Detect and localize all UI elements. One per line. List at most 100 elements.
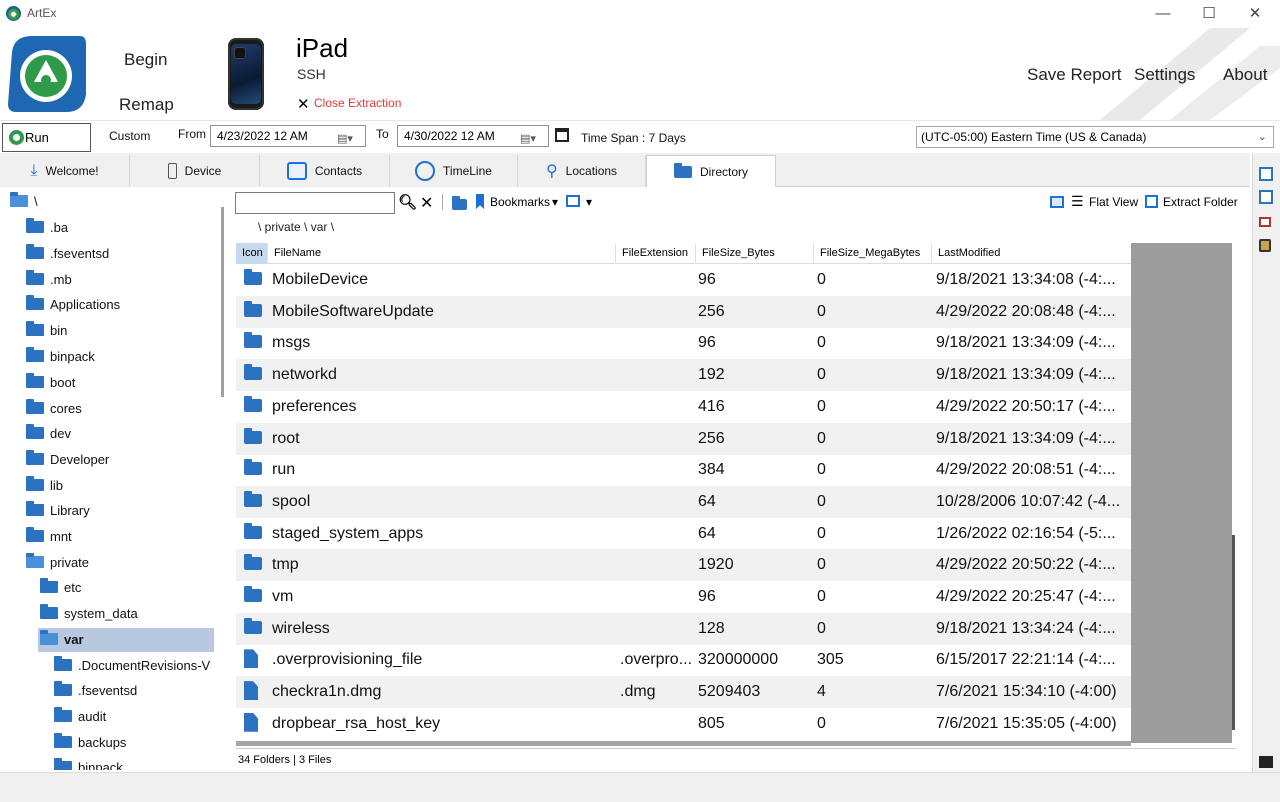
column-header-extension[interactable]: FileExtension: [616, 243, 696, 264]
about-button[interactable]: About: [1223, 65, 1267, 85]
to-date-picker[interactable]: 4/30/2022 12 AM ▤▾: [397, 125, 549, 147]
folder-row[interactable]: staged_system_apps 64 0 1/26/2022 02:16:54 …: [236, 518, 1131, 550]
extract-folder-button[interactable]: Extract Folder: [1163, 195, 1238, 209]
calendar-dropdown-icon[interactable]: ▤▾: [337, 129, 359, 145]
flat-view-button[interactable]: Flat View: [1089, 195, 1138, 209]
cell-mb: 0: [817, 366, 826, 384]
search-input[interactable]: [235, 192, 395, 214]
tree-scrollbar[interactable]: [221, 207, 224, 397]
tree-node[interactable]: .DocumentRevisions-V: [54, 654, 210, 678]
window-icon[interactable]: [1050, 196, 1064, 208]
folder-icon[interactable]: [452, 196, 467, 210]
column-header-lastmodified[interactable]: LastModified: [932, 243, 1131, 264]
tab-device[interactable]: Device: [130, 155, 260, 187]
calendar-dropdown-icon[interactable]: ▤▾: [520, 129, 542, 145]
tree-node[interactable]: bin: [26, 319, 67, 343]
date-toolbar: Run Custom From 4/23/2022 12 AM ▤▾ To 4/…: [0, 120, 1280, 152]
cell-modified: 7/6/2021 15:34:10 (-4:00): [936, 683, 1117, 701]
begin-button[interactable]: Begin: [124, 50, 167, 70]
tree-node[interactable]: boot: [26, 371, 75, 395]
calendar-icon[interactable]: [555, 128, 569, 142]
keyboard-icon[interactable]: [1259, 756, 1273, 768]
folder-row[interactable]: wireless 128 0 9/18/2021 13:34:24 (-4:...: [236, 612, 1131, 645]
chevron-down-icon[interactable]: ▾: [552, 195, 558, 209]
timezone-select[interactable]: (UTC-05:00) Eastern Time (US & Canada) ⌄: [916, 126, 1274, 148]
tab-timeline[interactable]: TimeLine: [390, 155, 518, 187]
tree-node-private[interactable]: private: [26, 551, 89, 575]
column-header-bytes[interactable]: FileSize_Bytes: [696, 243, 814, 264]
file-row[interactable]: dropbear_rsa_host_key 805 0 7/6/2021 15:35:…: [236, 708, 1131, 740]
maximize-button[interactable]: ☐: [1186, 0, 1232, 28]
vertical-scrollbar[interactable]: [1232, 535, 1235, 730]
folder-row[interactable]: tmp 1920 0 4/29/2022 20:50:22 (-4:...: [236, 549, 1131, 582]
folder-row[interactable]: networkd 192 0 9/18/2021 13:34:09 (-4:...: [236, 359, 1131, 392]
tree-node[interactable]: dev: [26, 422, 71, 446]
tab-welcome[interactable]: ⤓ Welcome!: [0, 155, 130, 187]
tree-node[interactable]: Developer: [26, 448, 109, 472]
chevron-down-icon[interactable]: ▾: [586, 195, 592, 209]
folder-row[interactable]: MobileDevice 96 0 9/18/2021 13:34:08 (-4:..…: [236, 264, 1131, 296]
save-report-button[interactable]: Save Report: [1027, 65, 1122, 85]
panel-toggle-icon[interactable]: [1259, 167, 1273, 181]
bookmarks-menu[interactable]: Bookmarks: [490, 195, 550, 209]
app-logo-icon: [6, 6, 21, 21]
close-extraction-link[interactable]: Close Extraction: [314, 96, 401, 110]
tree-node[interactable]: .ba: [26, 216, 68, 240]
tree-node-var-selected[interactable]: var: [38, 628, 214, 652]
tab-locations[interactable]: ⚲ Locations: [518, 155, 646, 187]
horizontal-scrollbar[interactable]: [236, 741, 1131, 746]
tree-node[interactable]: .fseventsd: [26, 242, 109, 266]
flag-icon[interactable]: [1259, 217, 1271, 227]
cell-icon: [244, 359, 262, 391]
folder-row[interactable]: msgs 96 0 9/18/2021 13:34:09 (-4:...: [236, 327, 1131, 359]
tree-node[interactable]: mnt: [26, 525, 72, 549]
tree-node[interactable]: .fseventsd: [54, 679, 137, 703]
search-icon[interactable]: 🔍︎: [398, 193, 417, 211]
tree-node-root[interactable]: \: [10, 190, 38, 214]
cell-modified: 4/29/2022 20:50:17 (-4:...: [936, 397, 1116, 415]
cell-modified: 7/6/2021 15:35:05 (-4:00): [936, 714, 1117, 732]
tree-node[interactable]: backups: [54, 731, 126, 755]
remap-button[interactable]: Remap: [119, 95, 174, 115]
panel-toggle-icon[interactable]: [1259, 190, 1273, 204]
folder-row[interactable]: run 384 0 4/29/2022 20:08:51 (-4:...: [236, 454, 1131, 486]
tree-node[interactable]: Applications: [26, 293, 120, 317]
tab-directory[interactable]: Directory: [646, 155, 776, 187]
file-row[interactable]: checkra1n.dmg .dmg 5209403 4 7/6/2021 15:34:…: [236, 676, 1131, 709]
tree-node[interactable]: audit: [54, 705, 106, 729]
minimize-button[interactable]: —: [1140, 0, 1186, 28]
folder-icon: [26, 501, 44, 516]
custom-label[interactable]: Custom: [109, 129, 150, 143]
tree-node[interactable]: Library: [26, 499, 90, 523]
tree-node[interactable]: binpack: [54, 756, 123, 770]
run-button[interactable]: Run: [2, 123, 91, 152]
database-icon[interactable]: [1259, 239, 1271, 252]
export-icon[interactable]: [566, 195, 580, 207]
cell-modified: 4/29/2022 20:50:22 (-4:...: [936, 556, 1116, 574]
tree-node[interactable]: cores: [26, 397, 82, 421]
tab-contacts[interactable]: Contacts: [260, 155, 390, 187]
folder-row[interactable]: spool 64 0 10/28/2006 10:07:42 (-4...: [236, 485, 1131, 518]
file-row[interactable]: .overprovisioning_file .overpro... 3200000…: [236, 644, 1131, 676]
folder-row[interactable]: MobileSoftwareUpdate 256 0 4/29/2022 20:08:…: [236, 295, 1131, 328]
column-header-filename[interactable]: FileName: [268, 243, 616, 264]
tree-node[interactable]: system_data: [40, 602, 138, 626]
tree-node[interactable]: lib: [26, 474, 63, 498]
column-header-megabytes[interactable]: FileSize_MegaBytes: [814, 243, 932, 264]
tree-node[interactable]: etc: [40, 576, 81, 600]
folder-row[interactable]: preferences 416 0 4/29/2022 20:50:17 (-4:..…: [236, 391, 1131, 423]
folder-icon: [244, 459, 262, 476]
clear-search-icon[interactable]: ✕: [420, 193, 433, 213]
cell-mb: 0: [817, 714, 826, 732]
folder-row[interactable]: root 256 0 9/18/2021 13:34:09 (-4:...: [236, 422, 1131, 455]
column-header-icon[interactable]: Icon: [236, 243, 268, 264]
close-window-button[interactable]: ✕: [1232, 0, 1278, 28]
settings-button[interactable]: Settings: [1134, 65, 1195, 85]
from-date-picker[interactable]: 4/23/2022 12 AM ▤▾: [210, 125, 366, 147]
folder-row[interactable]: vm 96 0 4/29/2022 20:25:47 (-4:...: [236, 581, 1131, 613]
tree-node[interactable]: .mb: [26, 268, 72, 292]
tree-node[interactable]: binpack: [26, 345, 95, 369]
artex-logo-icon: [8, 36, 86, 112]
cell-name: wireless: [272, 619, 330, 637]
close-extraction-icon[interactable]: ✕: [297, 95, 310, 113]
